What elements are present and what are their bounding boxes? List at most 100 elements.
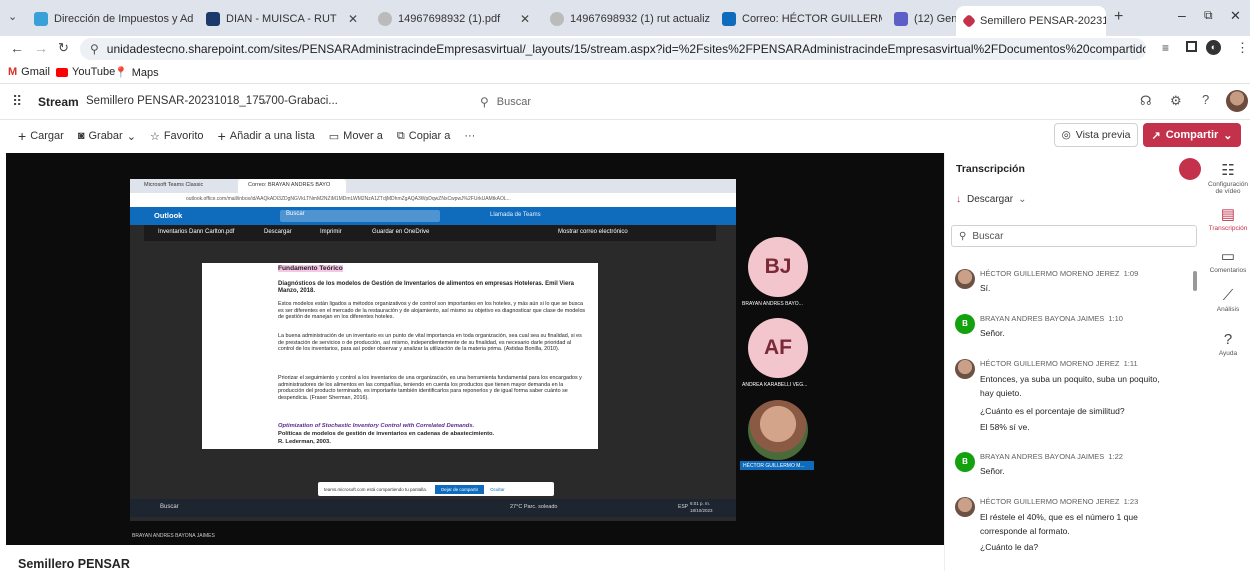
youtube-icon <box>56 67 68 77</box>
gmail-icon: M <box>8 66 18 78</box>
transcript-entry[interactable]: B BRAYAN ANDRES BAYONA JAIMES 1:22 Señor… <box>955 452 1190 482</box>
browser-menu-icon[interactable]: ⋮ <box>1236 40 1249 56</box>
site-info-icon[interactable]: ⚲ <box>90 42 99 56</box>
share-icon: ↗ <box>1151 129 1161 142</box>
transcript-search-input[interactable]: ⚲ Buscar <box>951 225 1197 247</box>
add-to-list-button[interactable]: + Añadir a una lista <box>218 128 315 144</box>
presenter-name: BRAYAN ANDRES BAYONA JAIMES <box>132 533 215 539</box>
plus-icon: + <box>18 128 27 144</box>
chevron-down-icon: ⌄ <box>1223 129 1233 142</box>
search-icon: ⚲ <box>959 230 967 242</box>
minimize-icon[interactable]: – <box>1178 7 1186 23</box>
bookmark-gmail[interactable]: M Gmail <box>8 66 50 78</box>
speaker-avatar: B <box>955 314 975 334</box>
reload-icon[interactable]: ↻ <box>58 40 69 56</box>
rail-comments[interactable]: ▭ Comentarios <box>1206 247 1250 274</box>
move-to-button[interactable]: ▭ Mover a <box>329 130 383 143</box>
move-folder-icon: ▭ <box>328 130 340 143</box>
camera-icon: ◙ <box>77 130 85 142</box>
extensions-icon[interactable]: ≡ <box>1162 41 1169 55</box>
upload-button[interactable]: + Cargar <box>18 128 64 144</box>
plus-icon: + <box>217 128 226 144</box>
close-window-icon[interactable]: ✕ <box>1230 8 1241 24</box>
chevron-down-icon: ⌄ <box>1018 194 1027 205</box>
copy-to-button[interactable]: ⧉ Copiar a <box>397 130 450 143</box>
forward-arrow-icon[interactable]: → <box>34 40 48 56</box>
transcript-scrollbar[interactable] <box>1193 271 1197 291</box>
download-transcript-button[interactable]: ↓ Descargar ⌄ <box>956 194 1027 205</box>
browser-tab-stream[interactable]: Semillero PENSAR-20231018_1 ✕ <box>956 6 1106 36</box>
file-name: Semillero PENSAR-20231018_175700-Grabaci… <box>86 95 338 107</box>
video-title: Semillero PENSAR <box>18 557 130 571</box>
profile-avatar-icon[interactable]: ◐ <box>1206 40 1221 55</box>
speaker-avatar <box>955 497 975 517</box>
recorded-tabstrip: Microsoft Teams Classic Correo: BRAYAN A… <box>130 179 736 193</box>
stream-favicon-icon <box>961 13 977 29</box>
preview-button[interactable]: ◎ Vista previa <box>1054 123 1138 147</box>
browser-nav-bar: ← → ↻ ⚲ unidadestecno.sharepoint.com/sit… <box>0 36 1250 62</box>
browser-tab-strip: ⌄ Dirección de Impuestos y Adua ✕ DIAN -… <box>0 0 1250 36</box>
close-tab-icon[interactable]: ✕ <box>514 12 530 26</box>
chevron-down-icon: ⌄ <box>126 130 136 143</box>
app-name[interactable]: Stream <box>38 95 79 109</box>
stream-header: ⠿ Stream Semillero PENSAR-20231018_17570… <box>0 84 1250 120</box>
transcript-entry[interactable]: HÉCTOR GUILLERMO MORENO JEREZ 1:09 Sí. <box>955 269 1190 299</box>
dian-favicon-icon <box>34 12 48 26</box>
back-arrow-icon[interactable]: ← <box>10 40 24 56</box>
browser-tab-dian-1[interactable]: Dirección de Impuestos y Adua ✕ <box>26 6 194 32</box>
participant-photo-hector <box>748 400 808 460</box>
recorded-document-page: Fundamento Teórico Diagnósticos de los m… <box>202 263 598 449</box>
browser-tab-pdf-1[interactable]: 14967698932 (1).pdf ✕ <box>370 6 538 32</box>
help-question-icon[interactable]: ? <box>1202 92 1209 107</box>
user-avatar[interactable] <box>1226 90 1248 112</box>
file-info-chevron-icon[interactable]: ⌄ <box>260 94 269 107</box>
transcript-entry[interactable]: B BRAYAN ANDRES BAYONA JAIMES 1:10 Señor… <box>955 314 1190 344</box>
eye-icon: ◎ <box>1061 129 1071 141</box>
browser-tab-pdf-2[interactable]: 14967698932 (1) rut actualizad ✕ <box>542 6 710 32</box>
bookmark-maps[interactable]: 📍 Maps <box>114 66 159 80</box>
rail-help[interactable]: ? Ayuda <box>1206 331 1250 357</box>
app-launcher-icon[interactable]: ⠿ <box>12 93 23 110</box>
more-commands-icon[interactable]: ··· <box>464 130 475 142</box>
rail-analytics[interactable]: ⟋ Análisis <box>1206 287 1250 313</box>
globe-favicon-icon <box>378 12 392 26</box>
record-indicator-icon[interactable] <box>1179 158 1201 180</box>
favorite-button[interactable]: ☆ Favorito <box>150 130 204 143</box>
address-bar[interactable]: ⚲ unidadestecno.sharepoint.com/sites/PEN… <box>80 38 1146 60</box>
participant-name: BRAYAN ANDRES BAYO... <box>742 301 803 307</box>
transcript-entry[interactable]: HÉCTOR GUILLERMO MORENO JEREZ 1:11 Enton… <box>955 359 1190 439</box>
browser-tab-outlook[interactable]: Correo: HÉCTOR GUILLERMO M ✕ <box>714 6 882 32</box>
feedback-icon[interactable]: ☊ <box>1140 93 1152 109</box>
restore-icon[interactable]: ⧉ <box>1204 8 1213 23</box>
browser-tab-dian-2[interactable]: DIAN - MUISCA - RUT ✕ <box>198 6 366 32</box>
search-icon: ⚲ <box>480 95 489 109</box>
record-button[interactable]: ◙ Grabar ⌄ <box>78 130 136 143</box>
close-tab-icon[interactable]: ✕ <box>342 12 358 26</box>
sidepanel-icon[interactable] <box>1186 41 1197 52</box>
transcript-title: Transcripción <box>956 163 1025 175</box>
stream-search-box[interactable]: ⚲ Buscar <box>480 91 910 113</box>
copy-icon: ⧉ <box>396 129 405 142</box>
video-player[interactable]: Microsoft Teams Classic Correo: BRAYAN A… <box>6 153 944 545</box>
recorded-attachment-toolbar: Inventarios Dann Carlton.pdf Descargar I… <box>144 225 716 241</box>
recorded-addressbar: outlook.office.com/mail/inbox/id/AAQkADI… <box>130 193 736 207</box>
settings-gear-icon[interactable]: ⚙ <box>1170 93 1182 109</box>
chart-icon: ⟋ <box>1222 287 1234 304</box>
share-button[interactable]: ↗ Compartir ⌄ <box>1143 123 1241 147</box>
participant-avatar-bj: BJ <box>748 237 808 297</box>
tab-search-icon[interactable]: ⌄ <box>8 10 17 23</box>
outlook-favicon-icon <box>722 12 736 26</box>
rail-video-settings[interactable]: ☷ Configuración de vídeo <box>1206 161 1250 195</box>
new-tab-icon[interactable]: + <box>1114 8 1123 26</box>
recorded-outlook-header: Outlook Buscar Llamada de Teams <box>130 207 736 225</box>
speaker-avatar <box>955 269 975 289</box>
speaker-avatar <box>955 359 975 379</box>
recorded-taskbar: Buscar 27°C Parc. soleado ESP 6:01 p. m.… <box>130 499 736 517</box>
rail-transcript[interactable]: ▤ Transcripción <box>1206 205 1250 232</box>
bookmark-youtube[interactable]: YouTube <box>56 66 115 78</box>
star-icon: ☆ <box>149 130 160 143</box>
transcript-entry[interactable]: HÉCTOR GUILLERMO MORENO JEREZ 1:23 El ré… <box>955 497 1190 563</box>
help-icon: ? <box>1223 331 1233 348</box>
maps-pin-icon: 📍 <box>114 67 128 79</box>
bookmarks-bar: M Gmail YouTube 📍 Maps <box>0 62 1250 84</box>
